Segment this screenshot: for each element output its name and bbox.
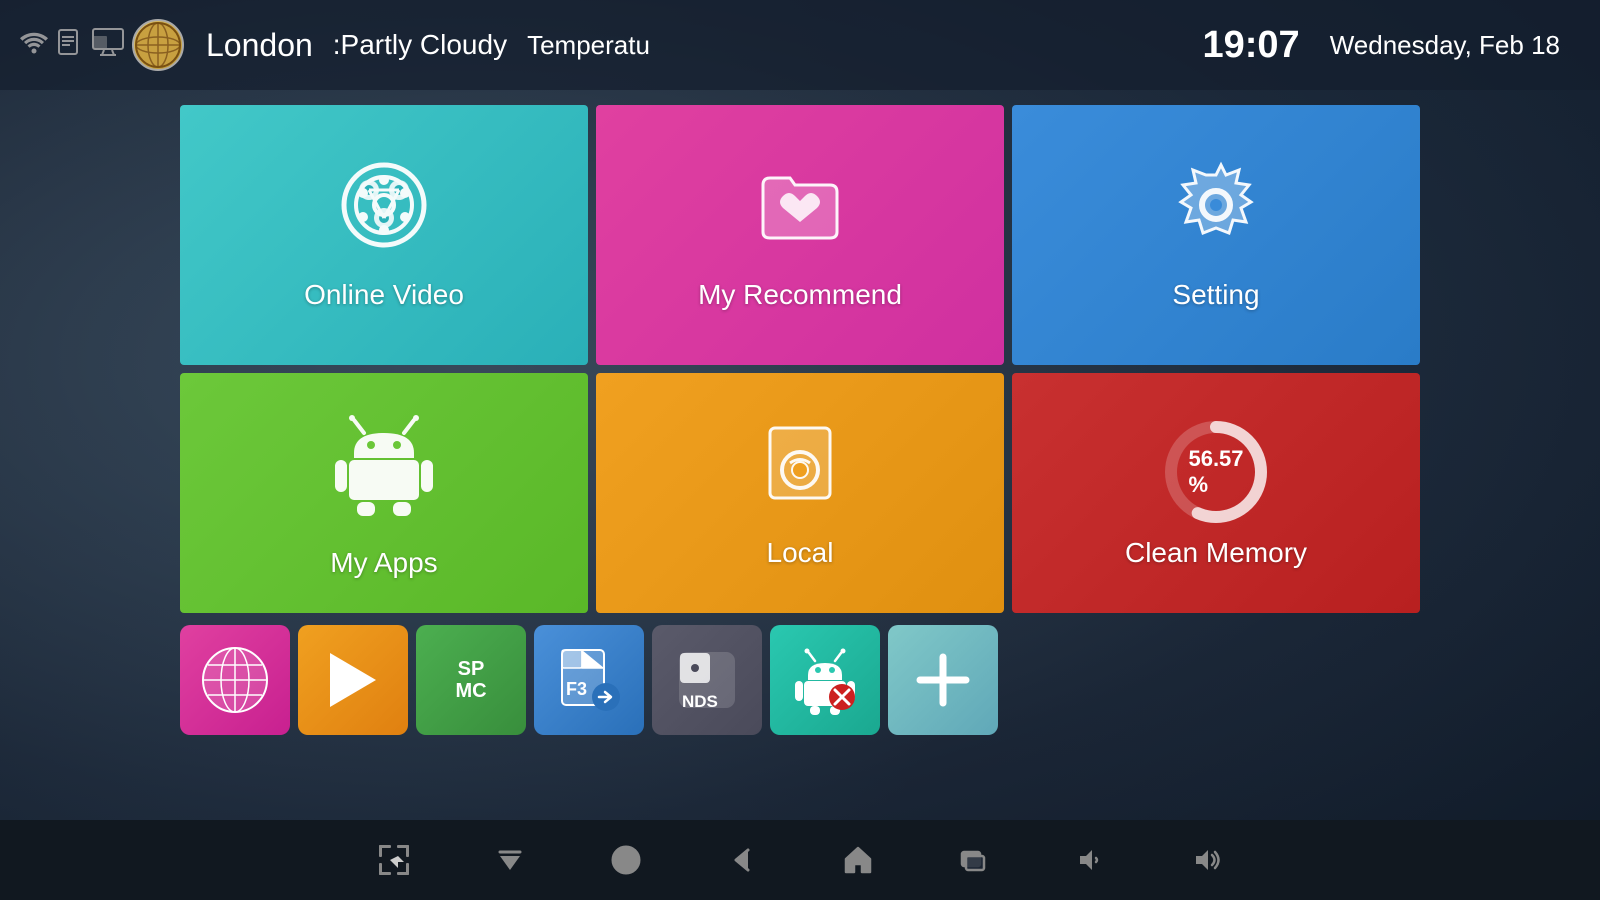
nav-bar [0, 820, 1600, 900]
file-icon [56, 28, 84, 62]
setting-icon [1171, 160, 1261, 269]
city-label: London [206, 27, 313, 64]
tile-setting[interactable]: Setting [1012, 105, 1420, 365]
nav-screenshot[interactable] [376, 842, 412, 878]
my-apps-label: My Apps [330, 547, 437, 579]
wifi-icon [20, 30, 48, 60]
monitor-icon [92, 28, 124, 62]
my-recommend-label: My Recommend [698, 279, 902, 311]
online-video-icon [339, 160, 429, 269]
app-android-x[interactable] [770, 625, 880, 735]
clean-memory-label: Clean Memory [1125, 537, 1307, 569]
app-nds[interactable]: NDS [652, 625, 762, 735]
nav-recent[interactable] [956, 842, 992, 878]
app-browser[interactable] [180, 625, 290, 735]
nav-back[interactable] [724, 842, 760, 878]
local-icon [755, 418, 845, 527]
local-label: Local [767, 537, 834, 569]
memory-percent-text: 56.57 % [1188, 446, 1243, 498]
status-text: London :Partly Cloudy Temperatu [196, 27, 1203, 64]
tile-my-recommend[interactable]: My Recommend [596, 105, 1004, 365]
date-display: Wednesday, Feb 18 [1330, 30, 1560, 61]
online-video-label: Online Video [304, 279, 464, 311]
setting-label: Setting [1172, 279, 1259, 311]
my-apps-icon [329, 408, 439, 537]
bottom-app-row: SPMC F3 NDS [180, 625, 1420, 735]
svg-text:NDS: NDS [682, 692, 718, 711]
app-spmc[interactable]: SPMC [416, 625, 526, 735]
main-content: Online Video My Recommend [0, 90, 1600, 745]
temp-label: Temperatu [527, 30, 650, 61]
app-grid: Online Video My Recommend [180, 105, 1420, 613]
nav-power[interactable] [608, 842, 644, 878]
memory-ring: 56.57 % [1161, 417, 1271, 527]
tile-my-apps[interactable]: My Apps [180, 373, 588, 613]
tile-local[interactable]: Local [596, 373, 1004, 613]
nav-volume-up[interactable] [1188, 842, 1224, 878]
tile-online-video[interactable]: Online Video [180, 105, 588, 365]
app-add[interactable] [888, 625, 998, 735]
nav-home[interactable] [840, 842, 876, 878]
weather-globe [132, 19, 184, 71]
nav-menu[interactable] [492, 842, 528, 878]
weather-desc: :Partly Cloudy [333, 29, 507, 61]
status-icons [20, 19, 184, 71]
status-bar: London :Partly Cloudy Temperatu 19:07 We… [0, 0, 1600, 90]
app-play-store[interactable] [298, 625, 408, 735]
tile-clean-memory[interactable]: 56.57 % Clean Memory [1012, 373, 1420, 613]
svg-text:F3: F3 [566, 679, 587, 699]
my-recommend-icon [755, 160, 845, 269]
app-es-explorer[interactable]: F3 [534, 625, 644, 735]
time-display: 19:07 [1203, 24, 1300, 67]
nav-volume-down[interactable] [1072, 842, 1108, 878]
